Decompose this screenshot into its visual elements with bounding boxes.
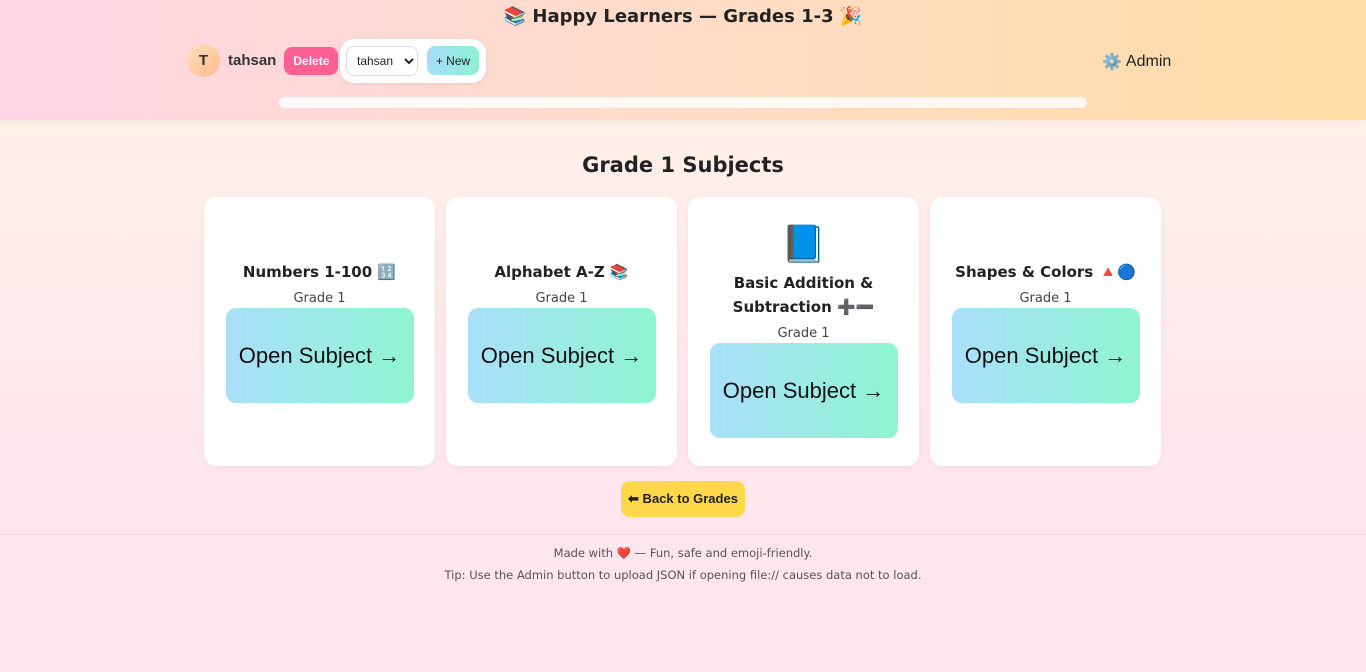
footer-credit: Made with ❤️ — Fun, safe and emoji-frien… [553,546,813,560]
profile-select[interactable]: tahsan [346,46,418,76]
subject-title: Basic Addition & Subtraction ➕➖ [732,274,875,316]
user-area: T tahsan Delete [187,44,339,77]
back-to-grades-button[interactable]: ⬅ Back to Grades [621,481,745,517]
subject-title: Alphabet A-Z 📚 [494,263,629,281]
progress-bar [279,97,1087,108]
subject-card: Shapes & Colors 🔺🔵 Grade 1 Open Subject … [930,197,1161,466]
subject-grade: Grade 1 [777,326,830,341]
open-subject-button[interactable]: Open Subject → [225,308,414,403]
subject-card: Numbers 1-100 🔢 Grade 1 Open Subject → [204,197,435,466]
subject-card: 📘 Basic Addition & Subtraction ➕➖ Grade … [688,197,919,466]
delete-user-button[interactable]: Delete [284,46,339,75]
subject-title: Numbers 1-100 🔢 [242,263,397,281]
gear-icon: ⚙️ [1102,54,1122,71]
subject-cards: Numbers 1-100 🔢 Grade 1 Open Subject → A… [204,197,1161,466]
section-title: Grade 1 Subjects [582,153,784,177]
book-icon: 📘 [781,224,826,265]
open-subject-button[interactable]: Open Subject → [467,308,656,403]
subject-title: Shapes & Colors 🔺🔵 [955,263,1136,281]
profile-switcher: tahsan + New [340,39,486,83]
open-subject-button[interactable]: Open Subject → [709,343,898,438]
subject-grade: Grade 1 [535,291,588,306]
avatar[interactable]: T [187,44,220,77]
subject-grade: Grade 1 [1019,291,1072,306]
open-subject-button[interactable]: Open Subject → [951,308,1140,403]
footer-tip: Tip: Use the Admin button to upload JSON… [444,568,922,582]
subject-grade: Grade 1 [293,291,346,306]
app-header: 📚 Happy Learners — Grades 1-3 🎉 T tahsan… [0,0,1366,120]
subject-card: Alphabet A-Z 📚 Grade 1 Open Subject → [446,197,677,466]
new-profile-button[interactable]: + New [427,46,479,75]
admin-button[interactable]: ⚙️ Admin [1102,52,1171,72]
app-title: 📚 Happy Learners — Grades 1-3 🎉 [503,6,863,27]
admin-label: Admin [1125,53,1172,70]
user-name: tahsan [228,52,277,69]
footer-divider [0,534,1366,535]
